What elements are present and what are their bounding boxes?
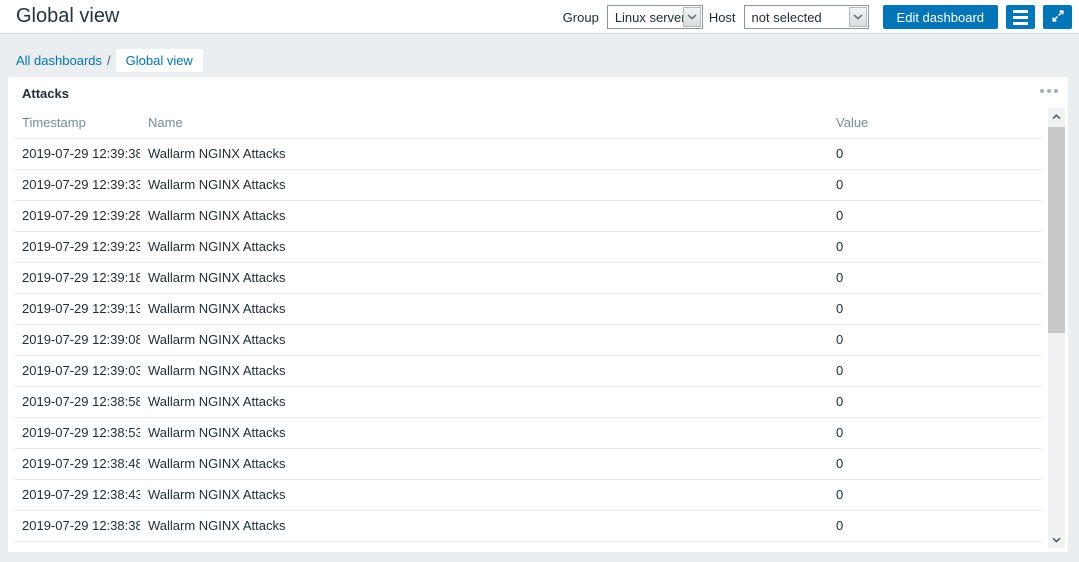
widget-header: Attacks	[8, 77, 1068, 108]
cell-value: 0	[836, 363, 844, 378]
table-row: 2019-07-29 12:38:38 Wallarm NGINX Attack…	[14, 511, 1042, 542]
cell-value: 0	[836, 270, 844, 285]
cell-value: 0	[836, 239, 844, 254]
cell-value: 0	[836, 177, 844, 192]
table-row: 2019-07-29 12:38:48 Wallarm NGINX Attack…	[14, 449, 1042, 480]
cell-name: Wallarm NGINX Attacks	[148, 177, 286, 192]
table-row: 2019-07-29 12:38:58 Wallarm NGINX Attack…	[14, 387, 1042, 418]
table-row: 2019-07-29 12:39:03 Wallarm NGINX Attack…	[14, 356, 1042, 387]
cell-name: Wallarm NGINX Attacks	[148, 518, 286, 533]
scrollbar-thumb[interactable]	[1048, 127, 1065, 333]
cell-timestamp: 2019-07-29 12:39:13	[22, 301, 140, 316]
column-header-timestamp: Timestamp	[22, 115, 86, 130]
cell-timestamp: 2019-07-29 12:39:08	[22, 332, 140, 347]
cell-value: 0	[836, 518, 844, 533]
cell-timestamp: 2019-07-29 12:39:38	[22, 146, 140, 161]
chevron-down-icon[interactable]	[848, 7, 867, 27]
table-row: 2019-07-29 12:39:28 Wallarm NGINX Attack…	[14, 201, 1042, 232]
cell-timestamp: 2019-07-29 12:39:33	[22, 177, 140, 192]
cell-name: Wallarm NGINX Attacks	[148, 394, 286, 409]
cell-value: 0	[836, 332, 844, 347]
edit-dashboard-button[interactable]: Edit dashboard	[882, 5, 998, 29]
column-header-name: Name	[148, 115, 183, 130]
cell-name: Wallarm NGINX Attacks	[148, 363, 286, 378]
table-row: 2019-07-29 12:39:23 Wallarm NGINX Attack…	[14, 232, 1042, 263]
host-select-value: not selected	[751, 9, 822, 25]
cell-timestamp: 2019-07-29 12:39:23	[22, 239, 140, 254]
breadcrumb-separator: /	[107, 52, 111, 68]
cell-timestamp: 2019-07-29 12:39:18	[22, 270, 140, 285]
cell-name: Wallarm NGINX Attacks	[148, 487, 286, 502]
cell-name: Wallarm NGINX Attacks	[148, 208, 286, 223]
breadcrumb-all-dashboards[interactable]: All dashboards	[16, 53, 102, 68]
cell-value: 0	[836, 146, 844, 161]
cell-timestamp: 2019-07-29 12:38:43	[22, 487, 140, 502]
table-row: 2019-07-29 12:38:53 Wallarm NGINX Attack…	[14, 418, 1042, 449]
attacks-table: Timestamp Name Value 2019-07-29 12:39:38…	[14, 108, 1042, 542]
host-label: Host	[708, 9, 736, 25]
chevron-down-icon[interactable]	[1048, 531, 1065, 548]
chevron-down-icon[interactable]	[682, 7, 701, 27]
group-select-value: Linux servers	[614, 9, 693, 25]
cell-name: Wallarm NGINX Attacks	[148, 301, 286, 316]
breadcrumb: All dashboards / Global view	[16, 48, 203, 72]
cell-name: Wallarm NGINX Attacks	[148, 270, 286, 285]
dashboard-filter-controls: Group Linux servers Host not selected Ed…	[563, 5, 1072, 29]
column-header-value: Value	[836, 115, 869, 130]
page-title: Global view	[16, 5, 120, 27]
cell-value: 0	[836, 456, 844, 471]
group-label: Group	[562, 9, 599, 25]
widget-title: Attacks	[22, 86, 69, 101]
cell-timestamp: 2019-07-29 12:38:58	[22, 394, 140, 409]
cell-timestamp: 2019-07-29 12:38:53	[22, 425, 140, 440]
fullscreen-button[interactable]	[1043, 5, 1072, 29]
hamburger-menu-button[interactable]	[1006, 5, 1035, 29]
table-row: 2019-07-29 12:39:13 Wallarm NGINX Attack…	[14, 294, 1042, 325]
cell-value: 0	[836, 208, 844, 223]
cell-timestamp: 2019-07-29 12:38:38	[22, 518, 140, 533]
cell-value: 0	[836, 487, 844, 502]
cell-name: Wallarm NGINX Attacks	[148, 425, 286, 440]
table-header-row: Timestamp Name Value	[14, 108, 1042, 139]
cell-name: Wallarm NGINX Attacks	[148, 239, 286, 254]
cell-value: 0	[836, 301, 844, 316]
expand-arrows-icon	[1051, 9, 1065, 26]
cell-timestamp: 2019-07-29 12:39:03	[22, 363, 140, 378]
cell-name: Wallarm NGINX Attacks	[148, 332, 286, 347]
table-row: 2019-07-29 12:39:18 Wallarm NGINX Attack…	[14, 263, 1042, 294]
cell-timestamp: 2019-07-29 12:38:48	[22, 456, 140, 471]
table-row: 2019-07-29 12:38:43 Wallarm NGINX Attack…	[14, 480, 1042, 511]
host-select[interactable]: not selected	[743, 5, 869, 29]
table-row: 2019-07-29 12:39:33 Wallarm NGINX Attack…	[14, 170, 1042, 201]
hamburger-icon	[1013, 9, 1028, 25]
table-body: 2019-07-29 12:39:38 Wallarm NGINX Attack…	[14, 139, 1042, 542]
top-header-bar: Global view Group Linux servers Host not…	[0, 0, 1079, 34]
table-row: 2019-07-29 12:39:38 Wallarm NGINX Attack…	[14, 139, 1042, 170]
breadcrumb-global-view[interactable]: Global view	[115, 48, 203, 72]
dashboard-page: Global view Group Linux servers Host not…	[0, 0, 1079, 562]
cell-value: 0	[836, 425, 844, 440]
chevron-up-icon[interactable]	[1048, 108, 1065, 125]
attacks-widget: Attacks Timestamp Name Value 2019-07-29 …	[8, 77, 1068, 552]
cell-name: Wallarm NGINX Attacks	[148, 456, 286, 471]
table-scrollbar[interactable]	[1048, 108, 1065, 548]
cell-timestamp: 2019-07-29 12:39:28	[22, 208, 140, 223]
cell-value: 0	[836, 394, 844, 409]
cell-name: Wallarm NGINX Attacks	[148, 146, 286, 161]
group-select[interactable]: Linux servers	[606, 5, 703, 29]
table-row: 2019-07-29 12:39:08 Wallarm NGINX Attack…	[14, 325, 1042, 356]
ellipsis-icon[interactable]	[1040, 89, 1058, 93]
